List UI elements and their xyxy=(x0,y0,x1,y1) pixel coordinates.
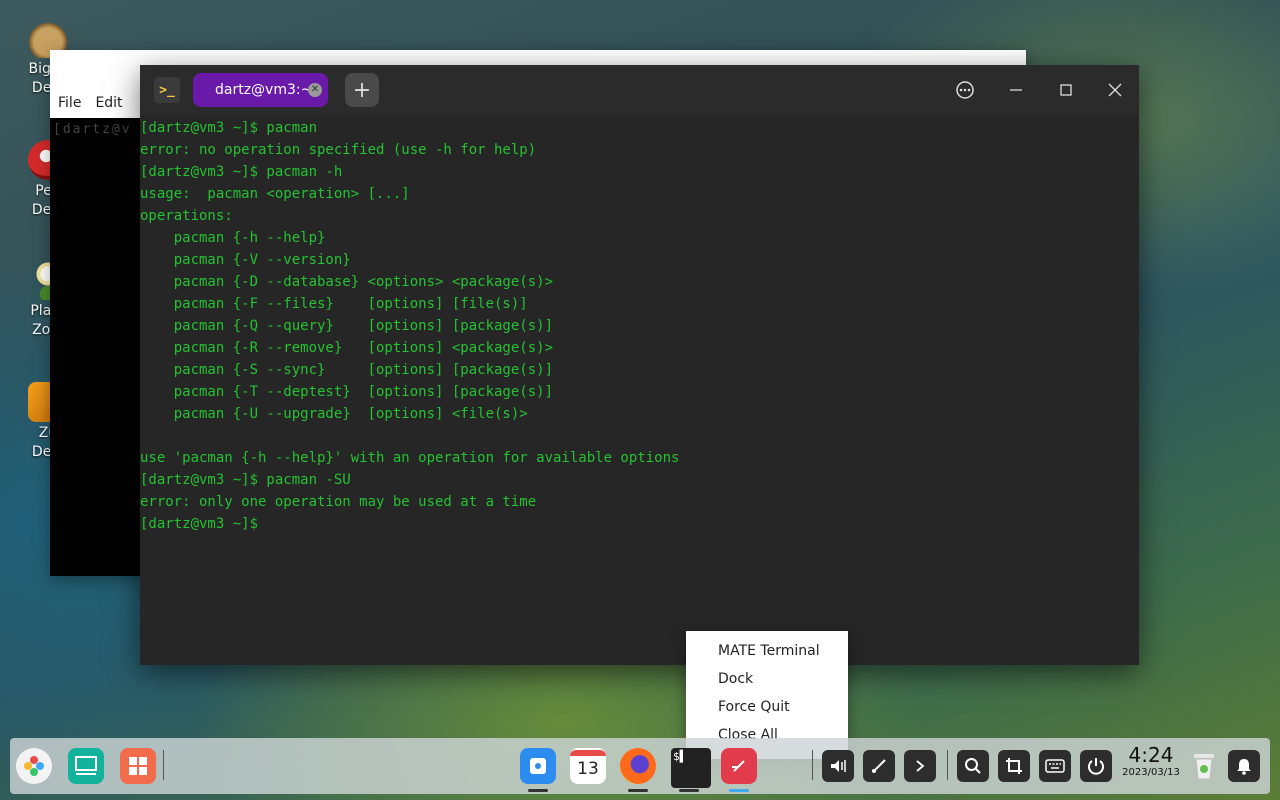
keyboard-button[interactable] xyxy=(1039,750,1071,782)
minimize-button[interactable] xyxy=(1000,75,1032,105)
menu-file[interactable]: File xyxy=(58,95,81,111)
maximize-icon xyxy=(1060,84,1072,96)
new-tab-button[interactable]: + xyxy=(345,73,379,107)
terminal-line: use 'pacman {-h --help}' with an operati… xyxy=(140,450,680,466)
tab-terminal[interactable]: dartz@vm3:~ ✕ xyxy=(193,73,328,107)
terminal-line: pacman {-Q --query} [options] [package(s… xyxy=(140,318,554,334)
menu-button[interactable] xyxy=(949,75,981,105)
search-icon xyxy=(965,758,981,774)
terminal-line: error: no operation specified (use -h fo… xyxy=(140,142,537,158)
close-icon xyxy=(1108,83,1122,97)
draw-tool-button[interactable] xyxy=(863,750,895,782)
terminal-line: pacman {-D --database} <options> <packag… xyxy=(140,274,554,290)
terminal-icon: $▌ xyxy=(673,750,687,763)
notifications-button[interactable] xyxy=(1228,750,1260,782)
terminal-line: pacman {-h --help} xyxy=(140,230,326,246)
terminal-line: [dartz@vm3 ~]$ pacman -h xyxy=(140,164,343,180)
terminal-line: pacman {-F --files} [options] [file(s)] xyxy=(140,296,528,312)
expand-tray-button[interactable] xyxy=(904,750,936,782)
deepin-terminal-dock-button[interactable] xyxy=(721,748,757,784)
menu-bar: File Edit xyxy=(50,90,123,116)
clock[interactable]: 4:24 2023/03/13 xyxy=(1122,744,1180,780)
running-indicator xyxy=(628,789,648,792)
clock-date: 2023/03/13 xyxy=(1122,767,1180,778)
app-store-button[interactable] xyxy=(520,748,556,784)
app-store-icon xyxy=(530,758,546,774)
dock-separator xyxy=(163,750,164,780)
mate-terminal-dock-button[interactable]: $▌ xyxy=(671,748,711,788)
multitask-view-button[interactable] xyxy=(68,748,104,784)
deepin-terminal-window[interactable]: >_ dartz@vm3:~ ✕ + [dartz@vm3 ~]$ pacman… xyxy=(140,65,1139,665)
calendar-button[interactable]: 13 xyxy=(570,748,606,784)
crop-icon xyxy=(1006,758,1022,774)
menu-edit[interactable]: Edit xyxy=(95,95,122,111)
terminal-line: [dartz@vm3 ~]$ pacman xyxy=(140,120,318,136)
dock-separator xyxy=(812,750,813,780)
dock: 13 $▌ 4:24 2023/03/13 xyxy=(10,738,1270,794)
trash-icon xyxy=(1194,754,1214,780)
pen-icon xyxy=(872,759,886,773)
terminal-output[interactable]: [dartz@vm3 ~]$ pacman error: no operation… xyxy=(140,117,1139,665)
plus-icon: + xyxy=(352,77,372,103)
bell-icon xyxy=(1237,759,1251,775)
dock-separator xyxy=(947,750,948,780)
terminal-line: pacman {-U --upgrade} [options] <file(s)… xyxy=(140,406,528,422)
trash-button[interactable] xyxy=(1186,748,1222,784)
volume-button[interactable] xyxy=(822,750,854,782)
search-button[interactable] xyxy=(957,750,989,782)
close-button[interactable] xyxy=(1099,75,1131,105)
terminal-line: pacman {-S --sync} [options] [package(s)… xyxy=(140,362,554,378)
terminal-line: error: only one operation may be used at… xyxy=(140,494,537,510)
chevron-right-icon xyxy=(916,760,925,772)
launcher-button[interactable] xyxy=(16,748,52,784)
tab-close-icon[interactable]: ✕ xyxy=(308,83,322,97)
minimize-icon xyxy=(1010,89,1022,91)
terminal-line: usage: pacman <operation> [...] xyxy=(140,186,410,202)
clock-time: 4:24 xyxy=(1128,743,1174,767)
mate-terminal-content[interactable]: [dartz@v xyxy=(50,118,140,576)
terminal-line: [dartz@vm3 ~]$ xyxy=(140,516,259,532)
tab-title: dartz@vm3:~ xyxy=(215,82,313,98)
maximize-button[interactable] xyxy=(1050,75,1082,105)
deepin-terminal-icon xyxy=(732,760,745,772)
file-manager-button[interactable] xyxy=(120,748,156,784)
menu-item-dock[interactable]: Dock xyxy=(686,665,848,693)
title-bar[interactable]: >_ dartz@vm3:~ ✕ + xyxy=(140,65,1139,115)
launcher-icon xyxy=(24,756,44,776)
running-indicator xyxy=(729,789,749,792)
screenshot-button[interactable] xyxy=(998,750,1030,782)
menu-item-force-quit[interactable]: Force Quit xyxy=(686,693,848,721)
menu-item-mate-terminal[interactable]: MATE Terminal xyxy=(686,637,848,665)
terminal-ghost-text: [dartz@v xyxy=(53,122,132,137)
power-icon xyxy=(1088,758,1104,775)
running-indicator xyxy=(528,789,548,792)
terminal-app-icon: >_ xyxy=(154,77,180,103)
terminal-line: pacman {-T --deptest} [options] [package… xyxy=(140,384,554,400)
terminal-line: pacman {-R --remove} [options] <package(… xyxy=(140,340,554,356)
calendar-day: 13 xyxy=(577,759,599,779)
power-button[interactable] xyxy=(1080,750,1112,782)
firefox-button[interactable] xyxy=(620,748,656,784)
keyboard-icon xyxy=(1045,759,1065,773)
terminal-line: pacman {-V --version} xyxy=(140,252,351,268)
multitask-icon xyxy=(75,756,97,775)
volume-icon xyxy=(831,760,846,772)
terminal-line: [dartz@vm3 ~]$ pacman -SU xyxy=(140,472,351,488)
terminal-line: operations: xyxy=(140,208,233,224)
running-indicator xyxy=(679,789,699,792)
more-options-icon xyxy=(956,81,974,99)
grid-icon xyxy=(129,757,147,775)
